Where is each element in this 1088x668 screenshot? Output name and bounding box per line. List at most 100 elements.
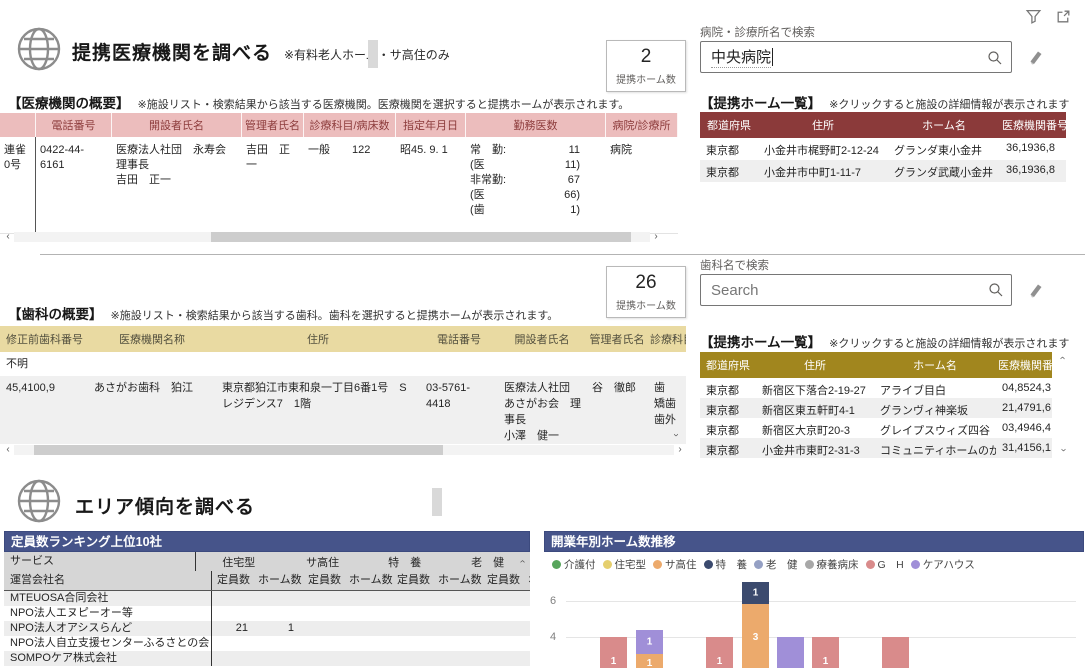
partner-home-row[interactable]: 東京都 新宿区大京町20-3 グレイプスウィズ四谷 03,4946,4 <box>700 418 1052 438</box>
column-header[interactable]: 診療科目/病床数 <box>304 113 396 137</box>
dental-partner-table: 都道府県住所ホーム名医療機関番号 東京都 新宿区下落合2-19-27 アライブ目… <box>700 352 1052 458</box>
column-header[interactable]: 医療機関名称 <box>88 326 216 352</box>
column-header[interactable]: ホーム数 <box>528 571 530 590</box>
bar-segment[interactable]: 1 <box>742 582 769 604</box>
column-header[interactable]: 管理者氏名 <box>242 113 304 137</box>
scroll-track[interactable] <box>14 445 674 455</box>
partner-home-row[interactable]: 東京都 小金井市東町2-31-3 コミュニティホームのがわ 31,4156,1 <box>700 438 1052 458</box>
column-header[interactable]: 修正前歯科番号 <box>0 326 88 352</box>
medical-table-header: 電話番号開設者氏名管理者氏名診療科目/病床数指定年月日勤務医数病院/診療所 <box>0 113 678 137</box>
scroll-thumb[interactable] <box>34 445 443 455</box>
column-header[interactable]: ホーム数 <box>349 571 394 590</box>
bar-segment[interactable]: 3 <box>742 604 769 668</box>
scroll-down-arrow[interactable]: › <box>671 433 681 436</box>
column-header[interactable]: 開設者氏名 <box>112 113 242 137</box>
legend-item[interactable]: 特 養 <box>704 557 748 572</box>
legend-item[interactable]: サ高住 <box>653 557 697 572</box>
column-header[interactable]: 診療科目 <box>648 326 686 352</box>
column-header[interactable]: 都道府県 <box>700 352 756 378</box>
partner-home-count-card-dental: 26 提携ホーム数 <box>606 266 686 318</box>
column-header[interactable] <box>0 113 36 137</box>
legend-item[interactable]: 老 健 <box>754 557 798 572</box>
group-header[interactable]: サ高住 <box>281 554 364 570</box>
column-header[interactable]: 医療機関番号 <box>1000 112 1066 138</box>
cell-capacity <box>394 621 438 636</box>
scroll-down-arrow[interactable]: › <box>1057 444 1069 456</box>
partner-home-row[interactable]: 東京都 小金井市梶野町2-12-24 グランダ東小金井 36,1936,8 <box>700 138 1066 160</box>
bar-segment[interactable] <box>882 637 909 668</box>
column-header[interactable]: ホーム数 <box>438 571 482 590</box>
scroll-left-arrow[interactable]: ‹ <box>2 231 14 243</box>
ranking-row[interactable]: NPO法人エヌピーオー等 <box>4 606 530 621</box>
ranking-row[interactable]: NPO法人オアシスらんど 21 1 <box>4 621 530 636</box>
column-header[interactable]: 住所 <box>756 352 874 378</box>
legend-item[interactable]: 療養病床 <box>805 557 859 572</box>
dashboard-canvas: 提携医療機関を調べる ※有料老人ホーム・サ高住のみ 2 提携ホーム数 病院・診療… <box>0 0 1088 668</box>
column-header[interactable]: ホーム名 <box>874 352 996 378</box>
scroll-up-arrow[interactable]: › <box>671 335 681 338</box>
scroll-right-arrow[interactable]: › <box>674 444 686 456</box>
cell-prefecture: 東京都 <box>700 418 756 438</box>
group-header[interactable]: 特 養 <box>364 554 445 570</box>
eraser-icon[interactable] <box>1026 281 1044 299</box>
partner-home-row[interactable]: 東京都 新宿区下落合2-19-27 アライブ目白 04,8524,3 <box>700 378 1052 398</box>
legend-item[interactable]: ケアハウス <box>911 557 975 572</box>
legend-item[interactable]: 介護付 <box>552 557 596 572</box>
column-header[interactable]: 勤務医数 <box>466 113 606 137</box>
ranking-row[interactable]: SOMPOケア株式会社 <box>4 651 530 666</box>
bar-segment[interactable]: 1 <box>706 637 733 668</box>
hospital-search-input[interactable]: 中央病院 <box>700 41 1012 73</box>
filter-icon[interactable] <box>1025 8 1042 25</box>
cell-designation-date: 昭45. 9. 1 <box>396 137 466 233</box>
partner-home-row[interactable]: 東京都 小金井市中町1-11-7 グランダ武蔵小金井 36,1936,8 <box>700 160 1066 182</box>
column-header[interactable]: 指定年月日 <box>396 113 466 137</box>
column-header[interactable]: 管理者氏名 <box>586 326 648 352</box>
column-header[interactable]: 定員数 <box>212 571 258 590</box>
company-name-header[interactable]: 運営会社名 <box>4 571 212 590</box>
bar-segment[interactable]: 1 <box>636 654 663 668</box>
column-header[interactable]: ホーム数 <box>258 571 304 590</box>
column-header[interactable]: 開設者氏名 <box>498 326 586 352</box>
column-header[interactable]: 住所 <box>216 326 420 352</box>
bar-segment[interactable]: 1 <box>812 637 839 668</box>
column-header[interactable]: 定員数 <box>304 571 349 590</box>
group-header[interactable]: 住宅型 <box>196 554 281 570</box>
column-header[interactable]: 定員数 <box>394 571 438 590</box>
column-header[interactable]: 医療機関番号 <box>996 352 1052 378</box>
dental-search-input[interactable] <box>700 274 1012 306</box>
scroll-right-arrow[interactable]: › <box>650 231 662 243</box>
ranking-group-header: サービス 住宅型 サ高住 特 養 老 健 <box>4 552 530 571</box>
column-header[interactable]: 定員数 <box>482 571 528 590</box>
column-header[interactable]: 住所 <box>758 112 888 138</box>
bar-segment[interactable] <box>777 637 804 668</box>
dental-row[interactable]: 不明 <box>0 352 686 376</box>
scroll-track[interactable] <box>14 232 650 242</box>
medical-table-hscrollbar[interactable]: ‹ › <box>2 231 662 243</box>
bar-segment[interactable]: 1 <box>636 630 663 654</box>
cell-manager <box>586 352 648 376</box>
scroll-left-arrow[interactable]: ‹ <box>2 444 14 456</box>
cell-home-count <box>438 621 482 636</box>
legend-item[interactable]: G H <box>866 557 904 572</box>
dental-table-hscrollbar[interactable]: ‹ › <box>2 444 686 456</box>
bar-segment[interactable]: 1 <box>600 637 627 668</box>
popout-icon[interactable] <box>1055 8 1072 25</box>
scroll-thumb[interactable] <box>211 232 631 242</box>
column-header[interactable]: 都道府県 <box>700 112 758 138</box>
dental-row[interactable]: 45,4100,9 あさがお歯科 狛江 東京都狛江市東和泉一丁目6番1号 Sレジ… <box>0 376 686 444</box>
scroll-up-arrow[interactable]: › <box>1057 352 1069 364</box>
cell-home-count <box>438 651 482 666</box>
cell-prefecture: 東京都 <box>700 438 756 458</box>
column-header[interactable]: 病院/診療所 <box>606 113 678 137</box>
dental-partner-vscrollbar[interactable]: › › <box>1056 352 1069 456</box>
eraser-icon[interactable] <box>1026 48 1044 66</box>
ranking-row[interactable]: NPO法人自立支援センターふるさとの会 <box>4 636 530 651</box>
legend-item[interactable]: 住宅型 <box>603 557 647 572</box>
column-header[interactable]: 電話番号 <box>420 326 498 352</box>
medical-table-row[interactable]: 連雀 0号 0422-44-6161 医療法人社団 永寿会 理事長 吉田 正一 … <box>0 137 678 234</box>
column-header[interactable]: 電話番号 <box>36 113 112 137</box>
partner-home-row[interactable]: 東京都 新宿区東五軒町4-1 グランヴィ神楽坂 21,4791,6 <box>700 398 1052 418</box>
column-header[interactable]: ホーム名 <box>888 112 1000 138</box>
ranking-row[interactable]: MTEUOSA合同会社 <box>4 591 530 606</box>
scroll-up-arrow[interactable]: › <box>517 560 528 563</box>
